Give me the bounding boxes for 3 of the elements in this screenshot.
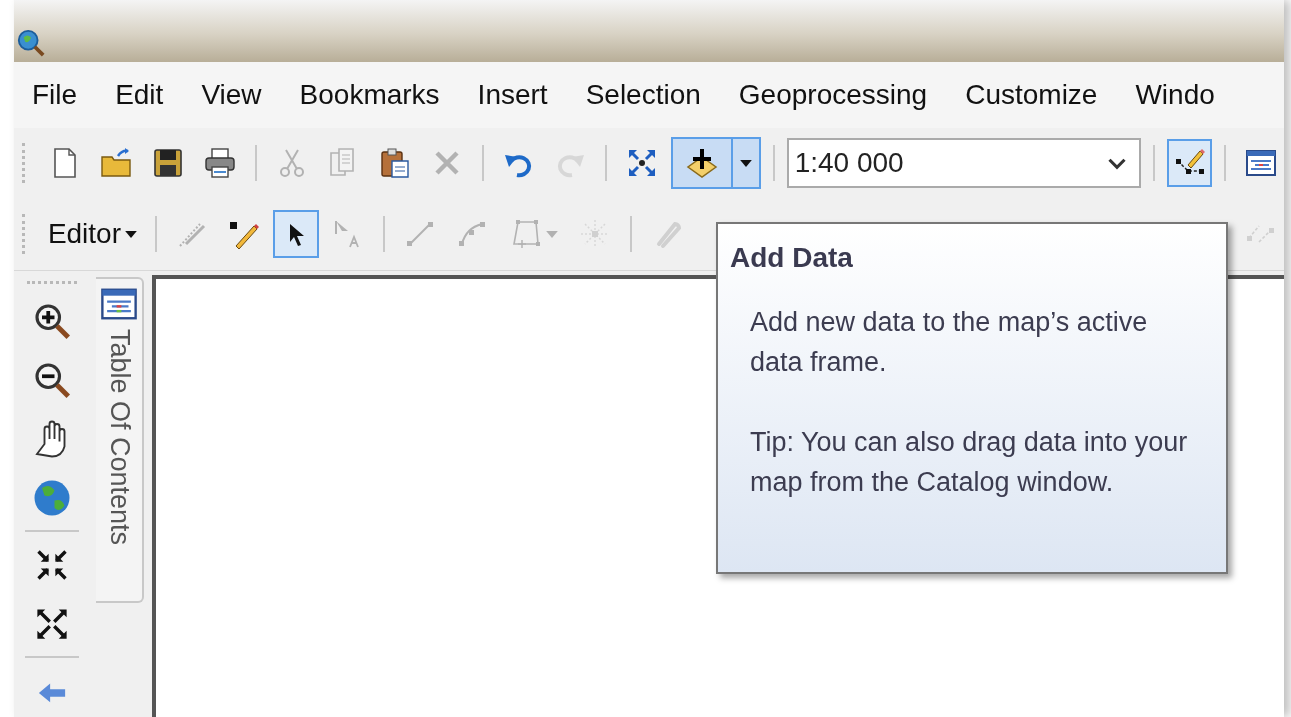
tooltip-title: Add Data (730, 242, 854, 274)
tooltip-text: Tip: You can also drag data into your map from the Catalog window. (750, 426, 1189, 499)
tooltip-text: Add new data to the map’s active data frame. (750, 306, 1149, 379)
